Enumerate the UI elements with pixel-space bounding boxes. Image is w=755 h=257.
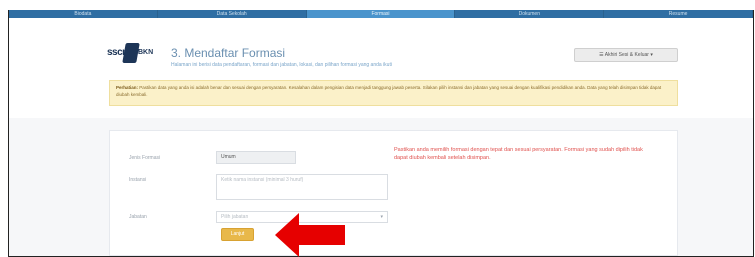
- instansi-input[interactable]: Ketik nama instansi (minimal 3 huruf): [216, 174, 388, 200]
- notice-text: Pastikan data yang anda isi adalah benar…: [116, 85, 662, 97]
- label-jenis-formasi: Jenis Formasi: [129, 155, 161, 161]
- jenis-formasi-value: Umum: [221, 154, 236, 160]
- page-subtitle: Halaman ini berisi data pendaftaran, for…: [171, 62, 392, 68]
- tab-dokumen[interactable]: Dokumen: [455, 10, 605, 18]
- sscn-logo: sscn BKN: [107, 43, 153, 67]
- red-arrow-left-icon: [275, 213, 345, 257]
- browser-frame: Biodata Data Sekolah Formasi Dokumen Res…: [8, 10, 754, 257]
- tab-resume[interactable]: Resume: [604, 10, 753, 18]
- jabatan-placeholder: Pilih jabatan: [221, 214, 249, 220]
- jenis-formasi-field[interactable]: Umum: [216, 151, 296, 164]
- next-button[interactable]: Lanjut: [221, 228, 254, 241]
- chevron-down-icon: ▾: [380, 214, 383, 220]
- account-menu-button[interactable]: ☰ Akhiri Sesi & Keluar ▾: [574, 48, 678, 62]
- top-navigation: Biodata Data Sekolah Formasi Dokumen Res…: [9, 10, 753, 18]
- warning-message: Pastikan anda memilih formasi dengan tep…: [394, 147, 643, 161]
- tab-data-sekolah[interactable]: Data Sekolah: [158, 10, 307, 18]
- instansi-placeholder: Ketik nama instansi (minimal 3 huruf): [221, 177, 304, 183]
- tab-biodata[interactable]: Biodata: [9, 10, 158, 18]
- notice-label: Perhatian:: [116, 85, 139, 90]
- logo-text-bkn: BKN: [138, 49, 154, 56]
- tab-formasi[interactable]: Formasi: [306, 10, 456, 18]
- notice-banner: Perhatian: Pastikan data yang anda isi a…: [109, 80, 678, 106]
- page-header: sscn BKN 3. Mendaftar Formasi Halaman in…: [9, 18, 753, 118]
- page-title: 3. Mendaftar Formasi: [171, 46, 286, 60]
- label-jabatan: Jabatan: [129, 214, 147, 220]
- label-instansi: Instansi: [129, 177, 147, 183]
